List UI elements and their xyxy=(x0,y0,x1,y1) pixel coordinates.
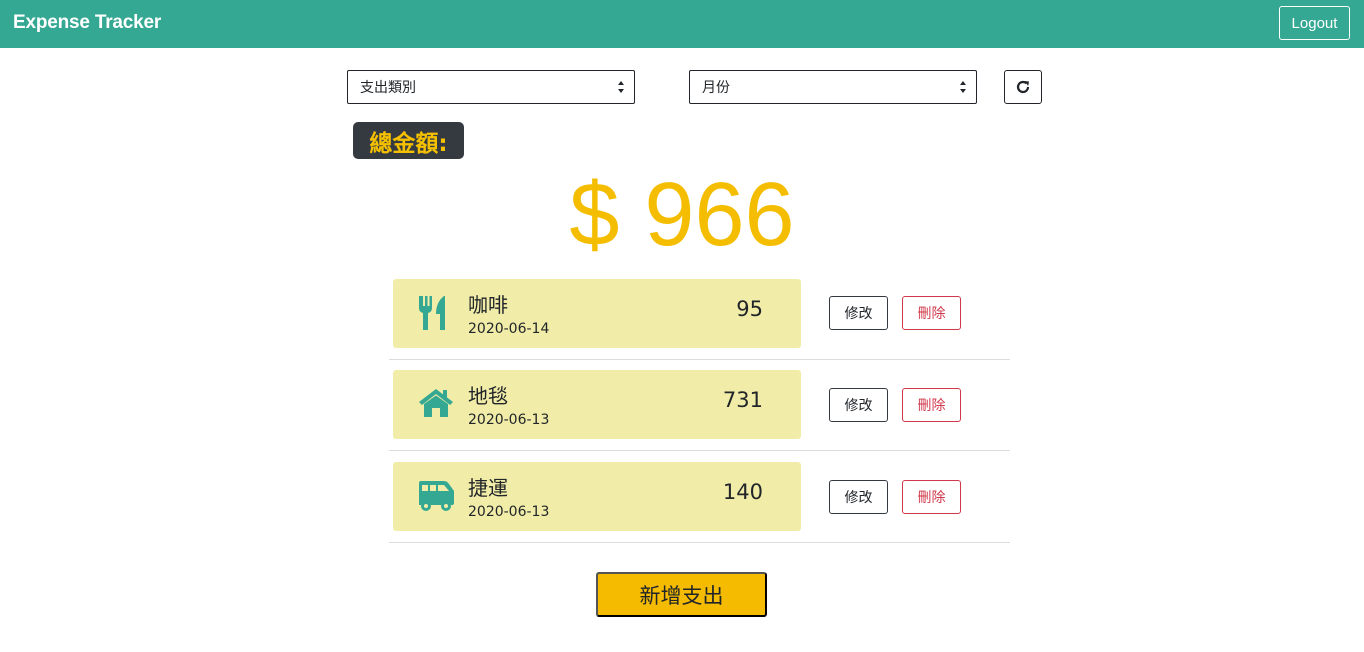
top-navbar: Expense Tracker Logout xyxy=(0,0,1364,48)
row-divider xyxy=(389,450,1010,451)
edit-button[interactable]: 修改 xyxy=(829,296,888,330)
select-arrows-icon xyxy=(618,81,624,93)
record-name: 地毯 xyxy=(468,384,508,408)
delete-button[interactable]: 刪除 xyxy=(902,388,961,422)
shuttle-van-icon xyxy=(419,481,454,511)
refresh-icon xyxy=(1016,80,1030,94)
expense-record: 捷運 2020-06-13 140 xyxy=(393,462,801,531)
expense-record: 地毯 2020-06-13 731 xyxy=(393,370,801,439)
record-date: 2020-06-13 xyxy=(468,504,550,520)
app-brand[interactable]: Expense Tracker xyxy=(13,12,161,34)
home-icon xyxy=(419,389,453,417)
month-select-value: 月份 xyxy=(702,80,730,96)
record-name: 捷運 xyxy=(468,476,508,500)
month-select[interactable]: 月份 xyxy=(689,70,977,104)
total-label: 總金額: xyxy=(353,122,464,159)
edit-button[interactable]: 修改 xyxy=(829,480,888,514)
add-expense-button[interactable]: 新增支出 xyxy=(596,572,767,617)
delete-button[interactable]: 刪除 xyxy=(902,480,961,514)
row-divider xyxy=(389,359,1010,360)
record-amount: 731 xyxy=(722,388,763,412)
record-date: 2020-06-13 xyxy=(468,412,550,428)
record-amount: 95 xyxy=(736,297,763,321)
logout-button[interactable]: Logout xyxy=(1279,6,1350,40)
refresh-button[interactable] xyxy=(1004,70,1042,104)
record-date: 2020-06-14 xyxy=(468,321,550,337)
expense-record: 咖啡 2020-06-14 95 xyxy=(393,279,801,348)
record-amount: 140 xyxy=(722,480,763,504)
record-name: 咖啡 xyxy=(468,293,508,317)
category-select-value: 支出類別 xyxy=(360,80,416,96)
total-amount: $ 966 xyxy=(569,165,795,265)
select-arrows-icon xyxy=(960,81,966,93)
row-divider xyxy=(389,542,1010,543)
edit-button[interactable]: 修改 xyxy=(829,388,888,422)
delete-button[interactable]: 刪除 xyxy=(902,296,961,330)
utensils-icon xyxy=(419,296,445,330)
category-select[interactable]: 支出類別 xyxy=(347,70,635,104)
